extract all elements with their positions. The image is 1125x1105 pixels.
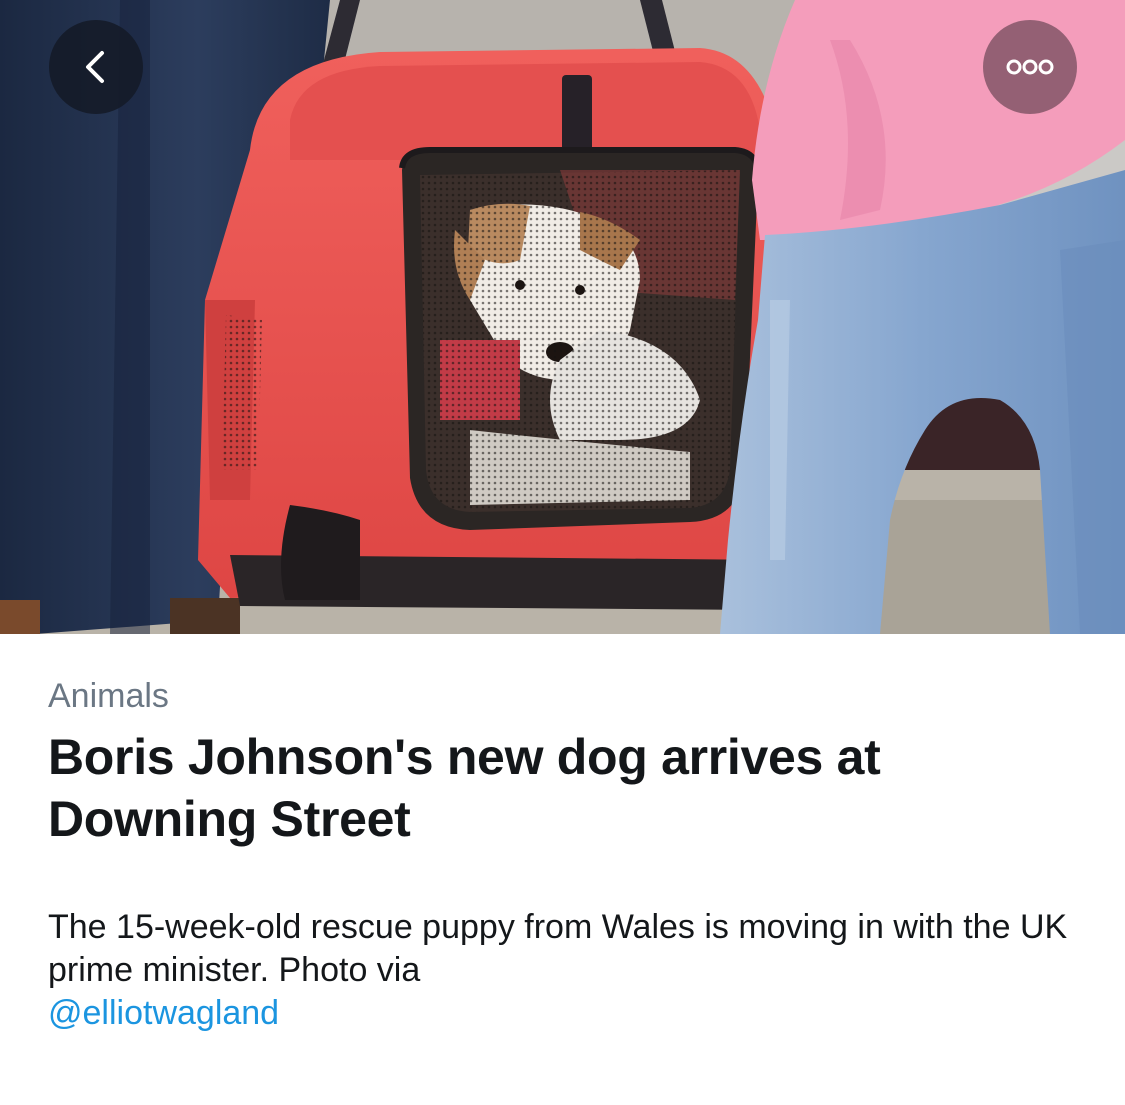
moment-card: Animals Boris Johnson's new dog arrives … [0,0,1125,1105]
category-label[interactable]: Animals [48,676,169,716]
more-options-button[interactable] [983,20,1077,114]
dog-in-carrier-photo [0,0,1125,634]
article-summary: The 15-week-old rescue puppy from Wales … [48,906,1088,1035]
article-summary-text: The 15-week-old rescue puppy from Wales … [48,908,1068,989]
more-horizontal-icon [1005,57,1055,77]
hero-image[interactable] [0,0,1125,634]
article-headline: Boris Johnson's new dog arrives at Downi… [48,729,881,847]
author-handle-link[interactable]: @elliotwagland [48,992,1088,1035]
chevron-left-icon [76,47,116,87]
back-button[interactable] [49,20,143,114]
